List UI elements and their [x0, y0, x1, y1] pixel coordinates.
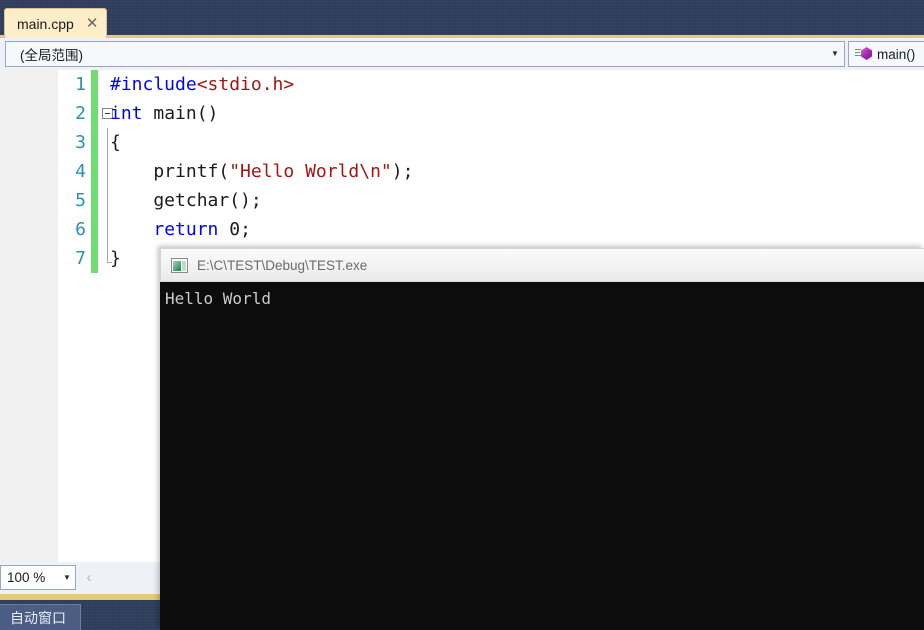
navigate-backward-button[interactable]: ‹	[80, 568, 98, 588]
close-icon[interactable]: ✕	[86, 16, 99, 31]
indicator-margin[interactable]	[0, 70, 59, 562]
code-token: 0;	[218, 219, 251, 240]
code-line-text: {	[110, 128, 121, 157]
document-tab-label: main.cpp	[17, 15, 74, 32]
code-line-text: }	[110, 244, 121, 273]
code-line[interactable]: 6 return 0;	[58, 215, 924, 244]
console-window[interactable]: E:\C\TEST\Debug\TEST.exe Hello World	[160, 248, 924, 630]
line-number: 4	[75, 161, 86, 182]
change-indicator-bar	[91, 128, 98, 157]
code-line[interactable]: 4 printf("Hello World\n");	[58, 157, 924, 186]
zoom-level-value: 100 %	[7, 570, 46, 585]
ide-window: main.cpp ✕ (全局范围) ▼ main() 1 #include<std…	[0, 0, 924, 630]
document-tab-strip: main.cpp ✕	[0, 0, 924, 38]
change-indicator-bar	[91, 215, 98, 244]
chevron-down-icon[interactable]: ▼	[59, 573, 75, 582]
code-token: );	[391, 161, 414, 182]
change-indicator-bar	[91, 186, 98, 215]
code-token: }	[110, 248, 121, 269]
change-indicator-bar	[91, 244, 98, 273]
line-number: 7	[75, 248, 86, 269]
dock-tab-label: 自动窗口	[10, 609, 66, 626]
code-line-text: int main()	[110, 99, 218, 128]
chevron-down-icon[interactable]: ▼	[826, 50, 844, 58]
code-token: #include	[110, 74, 197, 95]
code-token: "Hello World\n"	[229, 161, 392, 182]
cube-glyph	[861, 47, 872, 60]
code-token: getchar();	[110, 190, 262, 211]
console-title-bar[interactable]: E:\C\TEST\Debug\TEST.exe	[160, 248, 924, 282]
fold-guide-line	[107, 186, 108, 215]
code-line-text: printf("Hello World\n");	[110, 157, 413, 186]
code-line-text: getchar();	[110, 186, 262, 215]
code-line[interactable]: 3{	[58, 128, 924, 157]
change-indicator-bar	[91, 157, 98, 186]
console-app-icon	[171, 257, 188, 273]
member-dropdown[interactable]: main()	[848, 41, 924, 67]
code-token: int	[110, 103, 143, 124]
code-token: main()	[142, 103, 219, 124]
line-number: 1	[75, 74, 86, 95]
zoom-level-dropdown[interactable]: 100 % ▼	[0, 565, 76, 590]
scope-dropdown[interactable]: (全局范围) ▼	[5, 41, 845, 67]
change-indicator-bar	[91, 99, 98, 128]
fold-guide-line	[107, 215, 108, 244]
fold-guide-line	[107, 128, 108, 157]
dock-tab-autos[interactable]: 自动窗口	[0, 604, 81, 630]
code-token: return	[153, 219, 219, 240]
document-tab-main-cpp[interactable]: main.cpp ✕	[4, 8, 108, 38]
navigation-bar: (全局范围) ▼ main()	[0, 38, 924, 70]
fold-guide-line-end	[107, 244, 112, 263]
line-number: 6	[75, 219, 86, 240]
code-line[interactable]: 1 #include<stdio.h>	[58, 70, 924, 99]
change-indicator-bar	[91, 70, 98, 99]
method-cube-icon	[855, 45, 875, 63]
code-token: printf(	[110, 161, 230, 182]
line-number: 5	[75, 190, 86, 211]
scope-dropdown-value: (全局范围)	[20, 48, 83, 63]
console-output[interactable]: Hello World	[160, 282, 924, 630]
line-number: 3	[75, 132, 86, 153]
console-title-text: E:\C\TEST\Debug\TEST.exe	[197, 257, 368, 273]
code-line[interactable]: 2 int main()	[58, 99, 924, 128]
code-token: <stdio.h>	[196, 74, 295, 95]
code-token: {	[110, 132, 121, 153]
console-output-line: Hello World	[165, 289, 271, 308]
fold-guide-line	[107, 157, 108, 186]
code-line-text: #include<stdio.h>	[110, 70, 294, 99]
code-line[interactable]: 5 getchar();	[58, 186, 924, 215]
member-dropdown-value: main()	[877, 46, 916, 62]
method-lines-icon	[855, 49, 861, 57]
line-number: 2	[75, 103, 86, 124]
code-line-text: return 0;	[110, 215, 251, 244]
